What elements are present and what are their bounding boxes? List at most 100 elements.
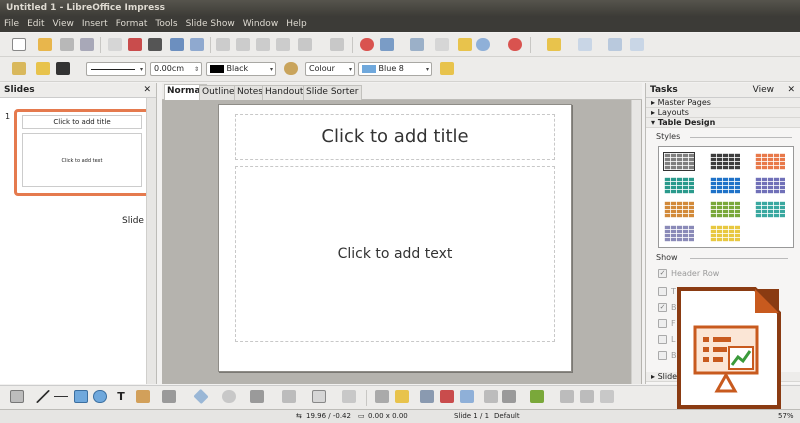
ellipse-tool-icon[interactable] <box>93 390 107 403</box>
shadow-icon[interactable] <box>440 62 454 75</box>
table-style-blue[interactable] <box>710 177 740 194</box>
line-arrow-icon[interactable] <box>54 390 68 403</box>
slide-canvas[interactable]: Click to add title Click to add text <box>218 104 572 372</box>
autospell-icon[interactable] <box>190 38 204 51</box>
checkbox-total-row[interactable] <box>658 287 667 296</box>
text-tool-icon[interactable]: T <box>114 390 128 403</box>
table-style-teal[interactable] <box>664 177 694 194</box>
view-menu[interactable]: View <box>753 83 774 98</box>
undo-icon[interactable] <box>298 38 312 51</box>
checkbox-last-column[interactable] <box>658 335 667 344</box>
area-style-icon[interactable] <box>284 62 298 75</box>
copy-icon[interactable] <box>236 38 250 51</box>
help-icon[interactable] <box>508 38 522 51</box>
menu-tools[interactable]: Tools <box>151 16 181 32</box>
stars-icon[interactable] <box>342 390 356 403</box>
paste-icon[interactable] <box>256 38 270 51</box>
menu-window[interactable]: Window <box>239 16 283 32</box>
zoom-level[interactable]: 57% <box>778 410 794 423</box>
checkbox-banded-columns[interactable] <box>658 351 667 360</box>
export-pdf-icon[interactable] <box>128 38 142 51</box>
rectangle-tool-icon[interactable] <box>74 390 88 403</box>
slide-layout-icon[interactable] <box>578 38 592 51</box>
line-color-select[interactable]: Black ▾ <box>206 62 276 76</box>
new-document-icon[interactable] <box>12 38 26 51</box>
table-style-purple[interactable] <box>755 177 785 194</box>
points-icon[interactable] <box>375 390 389 403</box>
section-master-pages[interactable]: ▸ Master Pages <box>646 98 800 108</box>
close-icon[interactable]: ✕ <box>143 83 151 98</box>
shadow-toggle-icon[interactable] <box>600 390 614 403</box>
area-style-select[interactable]: Colour ▾ <box>305 62 355 76</box>
line-style-icon[interactable] <box>12 62 26 75</box>
zoom-icon[interactable] <box>476 38 490 51</box>
slides-scrollbar[interactable] <box>146 98 156 384</box>
cut-icon[interactable] <box>216 38 230 51</box>
helplines-icon[interactable] <box>435 38 449 51</box>
print-icon[interactable] <box>148 38 162 51</box>
gallery-icon[interactable] <box>460 390 474 403</box>
menu-format[interactable]: Format <box>112 16 152 32</box>
menu-view[interactable]: View <box>49 16 78 32</box>
menu-help[interactable]: Help <box>282 16 311 32</box>
slide-design-icon[interactable] <box>608 38 622 51</box>
connector-tool-icon[interactable] <box>162 390 176 403</box>
select-arrow-icon[interactable] <box>10 390 24 403</box>
line-ends-icon[interactable] <box>56 62 70 75</box>
menu-edit[interactable]: Edit <box>23 16 48 32</box>
table-style-lavender[interactable] <box>664 225 694 242</box>
section-layouts[interactable]: ▸ Layouts <box>646 108 800 118</box>
symbol-shapes-icon[interactable] <box>222 390 236 403</box>
block-arrows-icon[interactable] <box>250 390 264 403</box>
glue-points-icon[interactable] <box>395 390 409 403</box>
line-width-field[interactable]: 0.00cm ⇕ <box>150 62 202 76</box>
menu-slide-show[interactable]: Slide Show <box>182 16 239 32</box>
area-color-select[interactable]: Blue 8 ▾ <box>358 62 432 76</box>
basic-shapes-icon[interactable] <box>193 388 209 405</box>
menu-insert[interactable]: Insert <box>78 16 112 32</box>
table-style-dark[interactable] <box>710 153 740 170</box>
table-style-default[interactable] <box>663 152 695 171</box>
navigator-icon[interactable] <box>458 38 472 51</box>
arrange-icon[interactable] <box>530 390 544 403</box>
curve-tool-icon[interactable] <box>136 390 150 403</box>
table-style-cyan[interactable] <box>755 201 785 218</box>
text-placeholder[interactable]: Click to add text <box>235 166 555 342</box>
table-style-yellow[interactable] <box>710 225 740 242</box>
master-view-icon[interactable] <box>630 38 644 51</box>
workspace-scrollbar[interactable] <box>631 100 641 384</box>
table-style-green[interactable] <box>710 201 740 218</box>
checkbox-header-row[interactable]: ✓ <box>658 269 667 278</box>
open-folder-icon[interactable] <box>38 38 52 51</box>
extrusion-icon[interactable] <box>560 390 574 403</box>
display-grid-icon[interactable] <box>410 38 424 51</box>
arrow-style-icon[interactable] <box>36 62 50 75</box>
rotate-icon[interactable] <box>484 390 498 403</box>
save-icon[interactable] <box>60 38 74 51</box>
slide-thumbnail[interactable]: Click to add title Click to add text <box>14 109 150 196</box>
checkbox-banded-rows[interactable]: ✓ <box>658 303 667 312</box>
table-icon[interactable] <box>380 38 394 51</box>
table-style-amber[interactable] <box>664 201 694 218</box>
align-icon[interactable] <box>502 390 516 403</box>
tab-slide-sorter[interactable]: Slide Sorter <box>303 85 362 100</box>
menu-file[interactable]: File <box>0 16 23 32</box>
redo-icon[interactable] <box>330 38 344 51</box>
section-table-design[interactable]: ▾ Table Design <box>646 118 800 128</box>
edit-file-icon[interactable] <box>108 38 122 51</box>
fontwork-icon[interactable] <box>420 390 434 403</box>
slide-show-icon[interactable] <box>547 38 561 51</box>
from-file-icon[interactable] <box>440 390 454 403</box>
line-tool-icon[interactable] <box>36 390 50 403</box>
spelling-icon[interactable] <box>170 38 184 51</box>
line-style-select[interactable]: ▾ <box>86 62 146 76</box>
callouts-icon[interactable] <box>312 390 326 403</box>
checkbox-first-column[interactable] <box>658 319 667 328</box>
chart-icon[interactable] <box>360 38 374 51</box>
close-icon[interactable]: ✕ <box>787 83 795 98</box>
tab-outline[interactable]: Outline <box>199 85 238 100</box>
tab-handout[interactable]: Handout <box>262 85 307 100</box>
clone-formatting-icon[interactable] <box>276 38 290 51</box>
flowchart-icon[interactable] <box>282 390 296 403</box>
table-style-orange[interactable] <box>755 153 785 170</box>
